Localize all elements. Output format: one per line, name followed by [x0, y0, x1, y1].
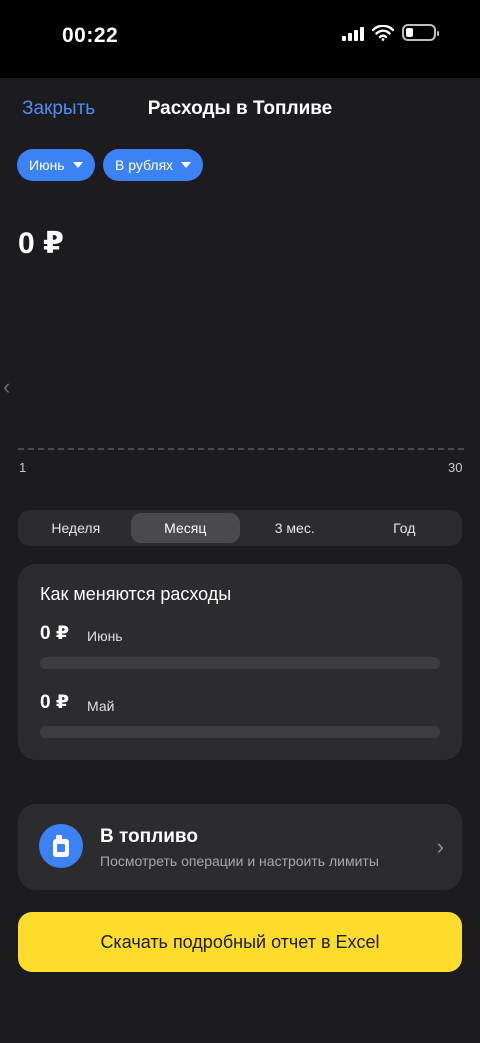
- june-label: Июнь: [87, 628, 123, 644]
- total-amount: 0 ₽: [18, 227, 64, 260]
- period-week[interactable]: Неделя: [21, 513, 131, 543]
- caret-down-icon: [181, 162, 192, 168]
- may-label: Май: [87, 698, 115, 714]
- period-year[interactable]: Год: [350, 513, 460, 543]
- chevron-right-icon: ›: [436, 834, 444, 859]
- page-title: Расходы в Топливе: [147, 98, 333, 119]
- expense-changes-card: Как меняются расходы 0 ₽ Июнь 0 ₽ Май: [18, 564, 462, 760]
- status-icons: [342, 24, 439, 41]
- chevron-left-icon[interactable]: ‹: [3, 374, 10, 400]
- download-excel-button[interactable]: Скачать подробный отчет в Excel: [18, 912, 462, 972]
- may-amount: 0 ₽: [40, 692, 70, 713]
- fuel-canister-icon: [39, 824, 83, 868]
- period-selector: Неделя Месяц 3 мес. Год: [18, 510, 462, 546]
- period-month[interactable]: Месяц: [130, 513, 240, 543]
- june-progress-bar: [40, 657, 440, 669]
- fuel-category-card[interactable]: В топливо Посмотреть операции и настроит…: [18, 804, 462, 890]
- chart-axis-start: 1: [19, 460, 27, 475]
- june-amount: 0 ₽: [40, 623, 70, 644]
- expenses-sheet: Закрыть Расходы в Топливе Июнь В рублях …: [0, 78, 480, 1043]
- chart-baseline: [18, 448, 464, 450]
- period-3-months[interactable]: 3 мес.: [240, 513, 350, 543]
- cellular-signal-icon: [342, 25, 364, 41]
- status-bar: 00:22: [0, 0, 480, 78]
- caret-down-icon: [72, 162, 83, 168]
- fuel-card-subtitle: Посмотреть операции и настроить лимиты: [100, 853, 379, 869]
- chart-axis-end: 30: [448, 460, 463, 475]
- status-time: 00:22: [62, 24, 119, 47]
- month-filter-chip[interactable]: Июнь: [17, 149, 95, 181]
- wifi-icon: [372, 24, 394, 41]
- may-progress-bar: [40, 726, 440, 738]
- currency-filter-chip[interactable]: В рублях: [103, 149, 204, 181]
- month-filter-label: Июнь: [29, 157, 65, 173]
- battery-icon: [402, 24, 439, 41]
- changes-title: Как меняются расходы: [40, 584, 232, 604]
- fuel-card-title: В топливо: [100, 826, 198, 847]
- currency-filter-label: В рублях: [115, 157, 174, 173]
